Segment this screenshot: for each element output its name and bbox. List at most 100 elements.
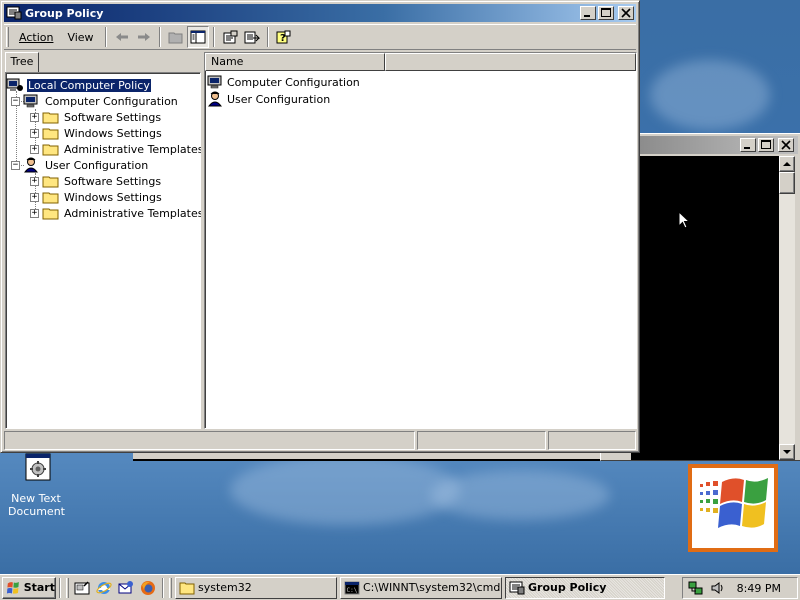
menu-action[interactable]: Action [12,29,60,46]
text-document-icon [25,453,51,481]
close-button[interactable] [618,6,634,20]
folder-icon [42,208,59,220]
window-title: Group Policy [25,6,104,20]
scroll-down-button[interactable] [779,444,795,460]
column-header-name[interactable]: Name [205,53,385,71]
quicklaunch-firefox[interactable] [139,579,157,597]
export-list-button[interactable] [241,26,263,48]
task-button-group-policy[interactable]: Group Policy [505,576,665,599]
collapse-toggle[interactable]: − [11,96,20,106]
expand-toggle[interactable]: + [30,208,39,218]
minimize-button[interactable] [740,138,756,152]
show-hide-tree-button[interactable] [186,26,209,48]
toolbar-separator [104,27,107,47]
tab-tree[interactable]: Tree [5,52,39,72]
tree-node-administrative-templates[interactable]: + Administrative Templates [30,141,205,157]
titlebar[interactable]: Group Policy [4,4,636,22]
tree-label: Local Computer Policy [26,77,152,93]
start-button[interactable]: Start [2,576,56,599]
tree-node-administrative-templates[interactable]: + Administrative Templates [30,205,205,221]
quicklaunch-grip[interactable] [66,577,69,598]
close-icon [781,140,791,150]
show-desktop-icon [74,580,90,594]
network-icon [688,581,703,595]
minimize-button[interactable] [580,6,596,20]
tree-label: Windows Settings [64,190,162,204]
folder-icon [42,112,59,124]
tasks-grip[interactable] [169,577,172,598]
expand-toggle[interactable]: + [30,144,39,154]
expand-toggle[interactable]: + [30,128,39,138]
group-policy-icon [509,581,525,594]
toolbar-grip[interactable] [6,27,9,47]
menu-view-label: View [67,30,94,44]
tree-pane[interactable]: Local Computer Policy − Computer Configu… [5,72,204,429]
toolbar-separator [212,27,215,47]
scroll-thumb[interactable] [779,172,795,194]
group-policy-window[interactable]: Group Policy Action View ? Tree Local Co… [0,0,640,453]
console-scrollbar[interactable] [779,156,795,460]
user-icon [23,157,39,173]
outlook-express-icon [118,580,133,593]
windows-flag-icon [700,478,768,528]
firefox-icon [141,580,155,595]
expand-toggle[interactable]: + [30,192,39,202]
expand-toggle[interactable]: + [30,112,39,122]
tree-node-local-computer-policy[interactable]: Local Computer Policy [6,77,152,93]
list-item-label: User Configuration [227,92,331,106]
list-item-computer-configuration[interactable]: Computer Configuration [207,74,360,90]
maximize-button[interactable] [758,138,774,152]
minimize-icon [744,147,750,149]
details-pane[interactable]: Name Computer Configuration User Configu… [204,52,637,429]
computer-icon [207,75,222,89]
quicklaunch-internet-explorer[interactable] [95,579,113,597]
status-cell [4,431,415,450]
tree-node-computer-configuration[interactable]: − Computer Configuration [11,93,179,109]
up-one-level-button[interactable] [165,26,187,48]
scroll-up-button[interactable] [779,156,795,172]
console-output[interactable] [631,156,779,460]
tree-node-software-settings[interactable]: + Software Settings [30,173,162,189]
tree-node-software-settings[interactable]: + Software Settings [30,109,162,125]
task-label: C:\WINNT\system32\cmd... [363,581,502,594]
collapse-toggle[interactable]: − [11,160,20,170]
cloud-decoration [230,455,460,525]
forward-arrow-icon [137,33,150,41]
expand-toggle[interactable]: + [30,176,39,186]
quicklaunch-show-desktop[interactable] [73,579,91,597]
svg-text:C:\: C:\ [347,587,358,594]
desktop-icon-label-line1: New Text [11,492,61,505]
task-button-system32[interactable]: system32 [175,576,337,599]
close-button[interactable] [778,138,794,152]
forward-button[interactable] [133,26,155,48]
tree-node-user-configuration[interactable]: − User Configuration [11,157,149,173]
help-button[interactable]: ? [273,26,295,48]
desktop-icon-new-text-document[interactable]: New Text Document [8,453,65,518]
folder-icon [42,144,59,156]
task-button-cmd[interactable]: C:\ C:\WINNT\system32\cmd... [340,576,502,599]
tree-label: Administrative Templates [64,206,204,220]
cloud-decoration [430,470,610,520]
internet-explorer-icon [96,581,112,594]
status-cell [417,431,546,450]
properties-button[interactable] [219,26,241,48]
clock[interactable]: 8:49 PM [737,582,781,595]
menu-toolbar: Action View ? [4,24,636,50]
quicklaunch-outlook-express[interactable] [117,579,135,597]
maximize-button[interactable] [598,6,614,20]
windows-start-icon [6,581,19,594]
folder-icon [42,128,59,140]
status-bar [4,431,636,450]
back-button[interactable] [111,26,133,48]
tree-node-windows-settings[interactable]: + Windows Settings [30,125,163,141]
toolbar-separator [158,27,161,47]
tree-label: User Configuration [45,158,149,172]
tray-network-icon-button[interactable] [687,579,705,597]
arrow-down-icon [783,450,791,454]
column-header-empty[interactable] [385,53,636,71]
menu-view[interactable]: View [60,29,100,46]
taskbar: Start system32 C:\ C:\WINNT\system32\cmd… [0,574,800,600]
list-item-user-configuration[interactable]: User Configuration [207,91,330,107]
tree-node-windows-settings[interactable]: + Windows Settings [30,189,163,205]
tray-volume-icon-button[interactable] [709,579,727,597]
